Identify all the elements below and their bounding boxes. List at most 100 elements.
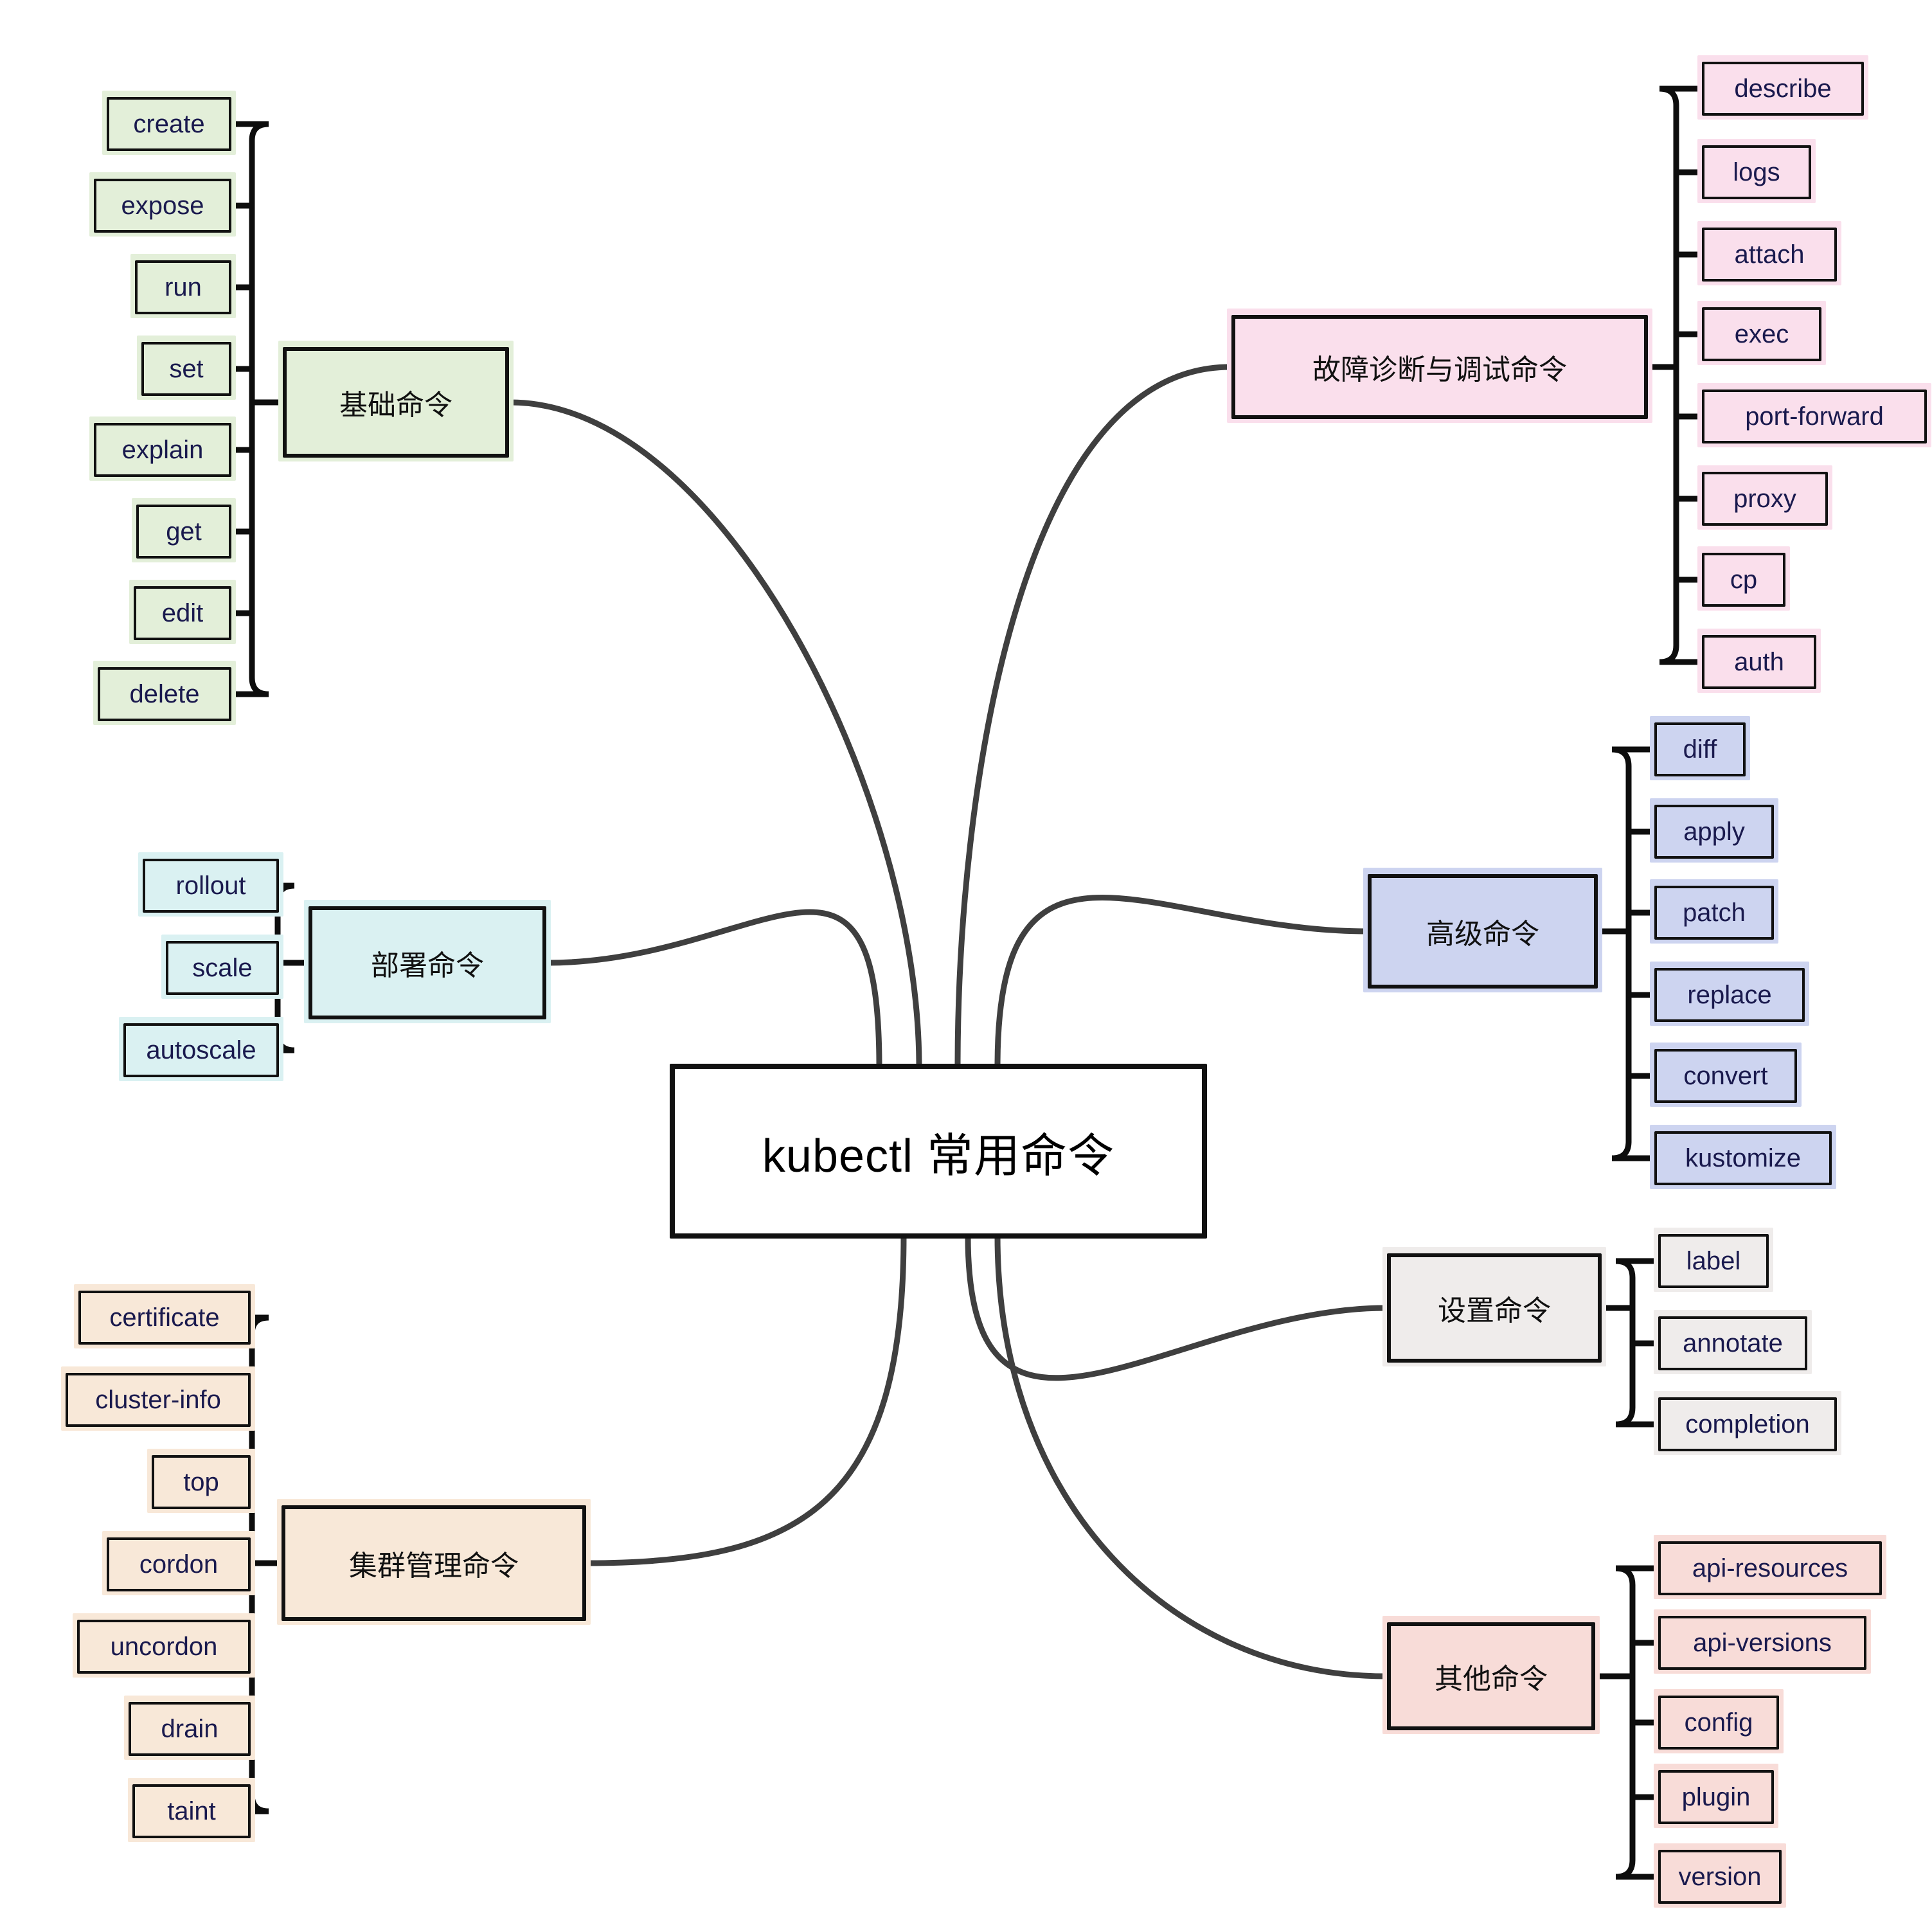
leaf-node-debug-5[interactable]: proxy — [1702, 472, 1828, 526]
leaf-node-debug-4[interactable]: port-forward — [1702, 389, 1927, 443]
leaf-node-debug-3[interactable]: exec — [1702, 307, 1821, 361]
leaf-node-settings-1[interactable]: annotate — [1658, 1316, 1807, 1370]
leaf-node-other-1[interactable]: api-versions — [1658, 1616, 1866, 1670]
connector — [965, 1233, 1389, 1381]
leaf-node-basic-4[interactable]: explain — [94, 423, 231, 477]
leaf-node-debug-2[interactable]: attach — [1702, 228, 1837, 282]
leaf-node-basic-2-label: run — [165, 273, 202, 301]
leaf-node-basic-3[interactable]: set — [141, 342, 231, 396]
leaf-node-advanced-3[interactable]: replace — [1654, 968, 1805, 1022]
leaf-node-debug-1-label: logs — [1733, 157, 1780, 186]
leaf-node-advanced-4[interactable]: convert — [1654, 1049, 1797, 1103]
leaf-node-basic-7[interactable]: delete — [98, 667, 231, 721]
leaf-node-advanced-1[interactable]: apply — [1654, 805, 1774, 859]
leaf-node-basic-0[interactable]: create — [107, 97, 231, 151]
leaf-node-advanced-5[interactable]: kustomize — [1654, 1131, 1832, 1185]
leaf-node-debug-7-label: auth — [1734, 647, 1784, 676]
leaf-node-cluster-1[interactable]: cluster-info — [66, 1373, 251, 1427]
leaf-node-basic-7-label: delete — [129, 679, 200, 708]
leaf-node-cluster-6[interactable]: taint — [132, 1784, 251, 1838]
connector — [507, 399, 922, 1070]
leaf-node-basic-5-label: get — [166, 517, 202, 546]
branch-node-debug-label: 故障诊断与调试命令 — [1312, 354, 1567, 386]
branch-node-settings[interactable]: 设置命令 — [1387, 1253, 1602, 1363]
branch-node-cluster[interactable]: 集群管理命令 — [282, 1505, 586, 1621]
branch-node-cluster-label: 集群管理命令 — [349, 1550, 519, 1582]
leaf-node-deploy-2-label: autoscale — [146, 1035, 256, 1064]
leaf-node-debug-3-label: exec — [1734, 319, 1789, 348]
leaf-node-basic-5[interactable]: get — [136, 505, 231, 559]
branch-node-basic[interactable]: 基础命令 — [283, 347, 509, 458]
leaf-node-other-3[interactable]: plugin — [1658, 1770, 1774, 1824]
leaf-node-basic-1[interactable]: expose — [94, 179, 231, 233]
connector — [584, 1233, 907, 1566]
branch-node-debug[interactable]: 故障诊断与调试命令 — [1231, 315, 1648, 419]
leaf-node-cluster-0-label: certificate — [109, 1303, 220, 1332]
leaf-node-cluster-4-label: uncordon — [110, 1632, 218, 1661]
leaf-node-settings-0[interactable]: label — [1658, 1234, 1769, 1288]
leaf-node-deploy-0[interactable]: rollout — [143, 859, 279, 913]
leaf-node-debug-2-label: attach — [1734, 240, 1805, 269]
leaf-node-cluster-3[interactable]: cordon — [107, 1537, 251, 1591]
leaf-node-advanced-0-label: diff — [1683, 735, 1717, 764]
connector — [1615, 1565, 1661, 1880]
leaf-node-cluster-2[interactable]: top — [152, 1455, 251, 1509]
branch-node-deploy[interactable]: 部署命令 — [309, 906, 546, 1019]
leaf-node-other-2[interactable]: config — [1658, 1696, 1779, 1750]
leaf-node-basic-0-label: create — [133, 109, 205, 138]
connector — [994, 895, 1370, 1070]
connector — [228, 121, 269, 697]
leaf-node-deploy-1-label: scale — [192, 953, 253, 982]
leaf-node-settings-2-label: completion — [1685, 1410, 1810, 1438]
leaf-node-basic-6[interactable]: edit — [134, 586, 231, 640]
leaf-node-other-0[interactable]: api-resources — [1658, 1541, 1882, 1595]
leaf-node-debug-6-label: cp — [1730, 565, 1758, 594]
connector — [1615, 1258, 1661, 1428]
leaf-node-cluster-0[interactable]: certificate — [78, 1291, 251, 1345]
leaf-node-debug-0-label: describe — [1734, 74, 1832, 103]
leaf-node-cluster-2-label: top — [183, 1467, 219, 1496]
leaf-node-basic-1-label: expose — [121, 191, 204, 220]
leaf-node-other-1-label: api-versions — [1693, 1628, 1832, 1657]
leaf-node-deploy-2[interactable]: autoscale — [123, 1023, 279, 1077]
connector — [954, 364, 1233, 1070]
connector — [544, 909, 882, 1070]
leaf-node-debug-5-label: proxy — [1733, 484, 1796, 513]
leaf-node-basic-6-label: edit — [161, 598, 204, 627]
leaf-node-debug-0[interactable]: describe — [1702, 62, 1864, 116]
leaf-node-settings-0-label: label — [1686, 1246, 1741, 1275]
leaf-node-basic-4-label: explain — [121, 435, 204, 464]
leaf-node-other-4[interactable]: version — [1658, 1850, 1782, 1904]
leaf-node-cluster-6-label: taint — [167, 1796, 216, 1825]
branch-node-deploy-label: 部署命令 — [371, 950, 484, 981]
leaf-node-debug-1[interactable]: logs — [1702, 145, 1811, 199]
branch-node-advanced[interactable]: 高级命令 — [1368, 874, 1598, 989]
branch-node-other-label: 其他命令 — [1435, 1663, 1548, 1695]
leaf-node-settings-2[interactable]: completion — [1658, 1397, 1837, 1451]
connector-layer — [228, 85, 1705, 1880]
leaf-node-basic-2[interactable]: run — [135, 260, 231, 314]
leaf-node-cluster-4[interactable]: uncordon — [77, 1620, 251, 1674]
leaf-node-debug-7[interactable]: auth — [1702, 635, 1816, 689]
leaf-node-settings-1-label: annotate — [1683, 1329, 1783, 1357]
leaf-node-deploy-1[interactable]: scale — [166, 941, 279, 995]
leaf-node-advanced-2-label: patch — [1683, 898, 1746, 927]
connector — [994, 1233, 1389, 1679]
branch-node-advanced-label: 高级命令 — [1426, 918, 1539, 950]
leaf-node-debug-6[interactable]: cp — [1702, 553, 1785, 607]
leaf-node-other-2-label: config — [1684, 1708, 1753, 1737]
connector — [1611, 746, 1658, 1161]
branch-node-basic-label: 基础命令 — [339, 389, 452, 421]
leaf-node-advanced-4-label: convert — [1683, 1061, 1768, 1090]
leaf-node-advanced-2[interactable]: patch — [1654, 886, 1774, 940]
leaf-node-basic-3-label: set — [169, 354, 204, 383]
leaf-node-advanced-0[interactable]: diff — [1654, 722, 1746, 776]
leaf-node-advanced-1-label: apply — [1683, 817, 1745, 846]
mindmap-canvas: kubectl 常用命令 基础命令 create expose run set explai… — [0, 0, 1932, 1916]
root-node-label: kubectl 常用命令 — [762, 1130, 1115, 1182]
leaf-node-cluster-5[interactable]: drain — [129, 1702, 251, 1756]
root-node[interactable]: kubectl 常用命令 — [670, 1064, 1207, 1239]
branch-node-settings-label: 设置命令 — [1438, 1295, 1551, 1327]
leaf-node-cluster-1-label: cluster-info — [95, 1385, 221, 1414]
branch-node-other[interactable]: 其他命令 — [1387, 1622, 1595, 1730]
